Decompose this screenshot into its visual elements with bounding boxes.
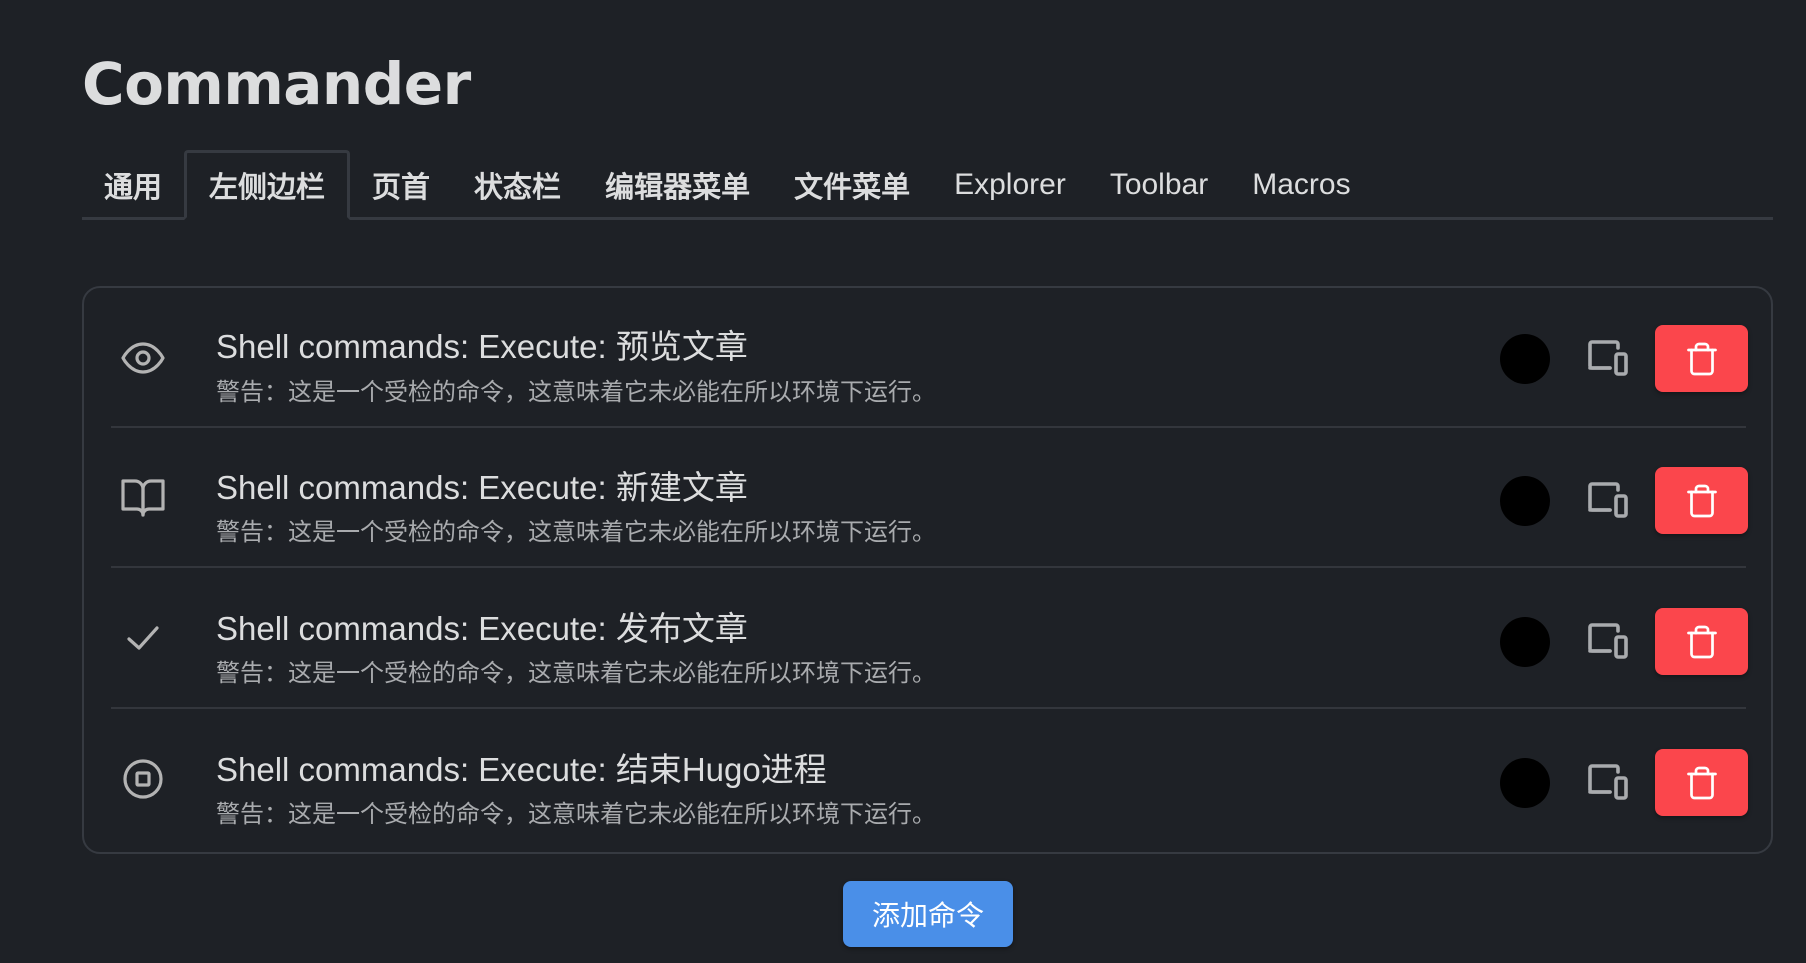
- command-name: Shell commands: Execute: 发布文章: [216, 610, 748, 647]
- command-warning: 警告：这是一个受检的命令，这意味着它未必能在所以环境下运行。: [216, 378, 936, 406]
- eye-icon: [119, 334, 167, 382]
- command-row: Shell commands: Execute: 新建文章 警告：这是一个受检的…: [111, 428, 1748, 568]
- delete-button[interactable]: [1655, 467, 1748, 534]
- command-row: Shell commands: Execute: 发布文章 警告：这是一个受检的…: [111, 569, 1748, 709]
- tab-left-ribbon[interactable]: 左侧边栏: [184, 150, 351, 220]
- trash-icon: [1686, 342, 1717, 375]
- command-list: Shell commands: Execute: 预览文章 警告：这是一个受检的…: [82, 286, 1773, 854]
- devices-icon[interactable]: [1584, 617, 1632, 665]
- tab-file-menu[interactable]: 文件菜单: [772, 150, 932, 220]
- tab-explorer[interactable]: Explorer: [932, 150, 1088, 220]
- devices-icon[interactable]: [1584, 476, 1632, 524]
- color-picker[interactable]: [1500, 617, 1550, 667]
- command-name: Shell commands: Execute: 预览文章: [216, 328, 748, 365]
- devices-icon[interactable]: [1584, 758, 1632, 806]
- check-icon: [119, 614, 167, 662]
- add-command-button[interactable]: 添加命令: [843, 881, 1013, 947]
- command-row: Shell commands: Execute: 预览文章 警告：这是一个受检的…: [111, 288, 1748, 428]
- tab-bar: 通用 左侧边栏 页首 状态栏 编辑器菜单 文件菜单 Explorer Toolb…: [82, 148, 1773, 220]
- stop-circle-icon: [119, 755, 167, 803]
- command-name: Shell commands: Execute: 新建文章: [216, 469, 748, 506]
- command-warning: 警告：这是一个受检的命令，这意味着它未必能在所以环境下运行。: [216, 518, 936, 546]
- row-divider: [111, 707, 1746, 709]
- command-row: Shell commands: Execute: 结束Hugo进程 警告：这是一…: [111, 710, 1748, 850]
- tab-page-header[interactable]: 页首: [350, 150, 452, 220]
- trash-icon: [1686, 766, 1717, 799]
- tab-general[interactable]: 通用: [82, 150, 184, 220]
- command-warning: 警告：这是一个受检的命令，这意味着它未必能在所以环境下运行。: [216, 659, 936, 687]
- delete-button[interactable]: [1655, 608, 1748, 675]
- tab-toolbar[interactable]: Toolbar: [1088, 150, 1230, 220]
- delete-button[interactable]: [1655, 325, 1748, 392]
- command-name: Shell commands: Execute: 结束Hugo进程: [216, 751, 827, 788]
- delete-button[interactable]: [1655, 749, 1748, 816]
- page-title: Commander: [82, 50, 471, 118]
- color-picker[interactable]: [1500, 758, 1550, 808]
- tab-editor-menu[interactable]: 编辑器菜单: [583, 150, 772, 220]
- tab-status-bar[interactable]: 状态栏: [452, 150, 583, 220]
- color-picker[interactable]: [1500, 476, 1550, 526]
- command-warning: 警告：这是一个受检的命令，这意味着它未必能在所以环境下运行。: [216, 800, 936, 828]
- trash-icon: [1686, 625, 1717, 658]
- row-divider: [111, 566, 1746, 568]
- color-picker[interactable]: [1500, 334, 1550, 384]
- trash-icon: [1686, 484, 1717, 517]
- devices-icon[interactable]: [1584, 334, 1632, 382]
- book-open-icon: [119, 473, 167, 521]
- tab-macros[interactable]: Macros: [1230, 150, 1372, 220]
